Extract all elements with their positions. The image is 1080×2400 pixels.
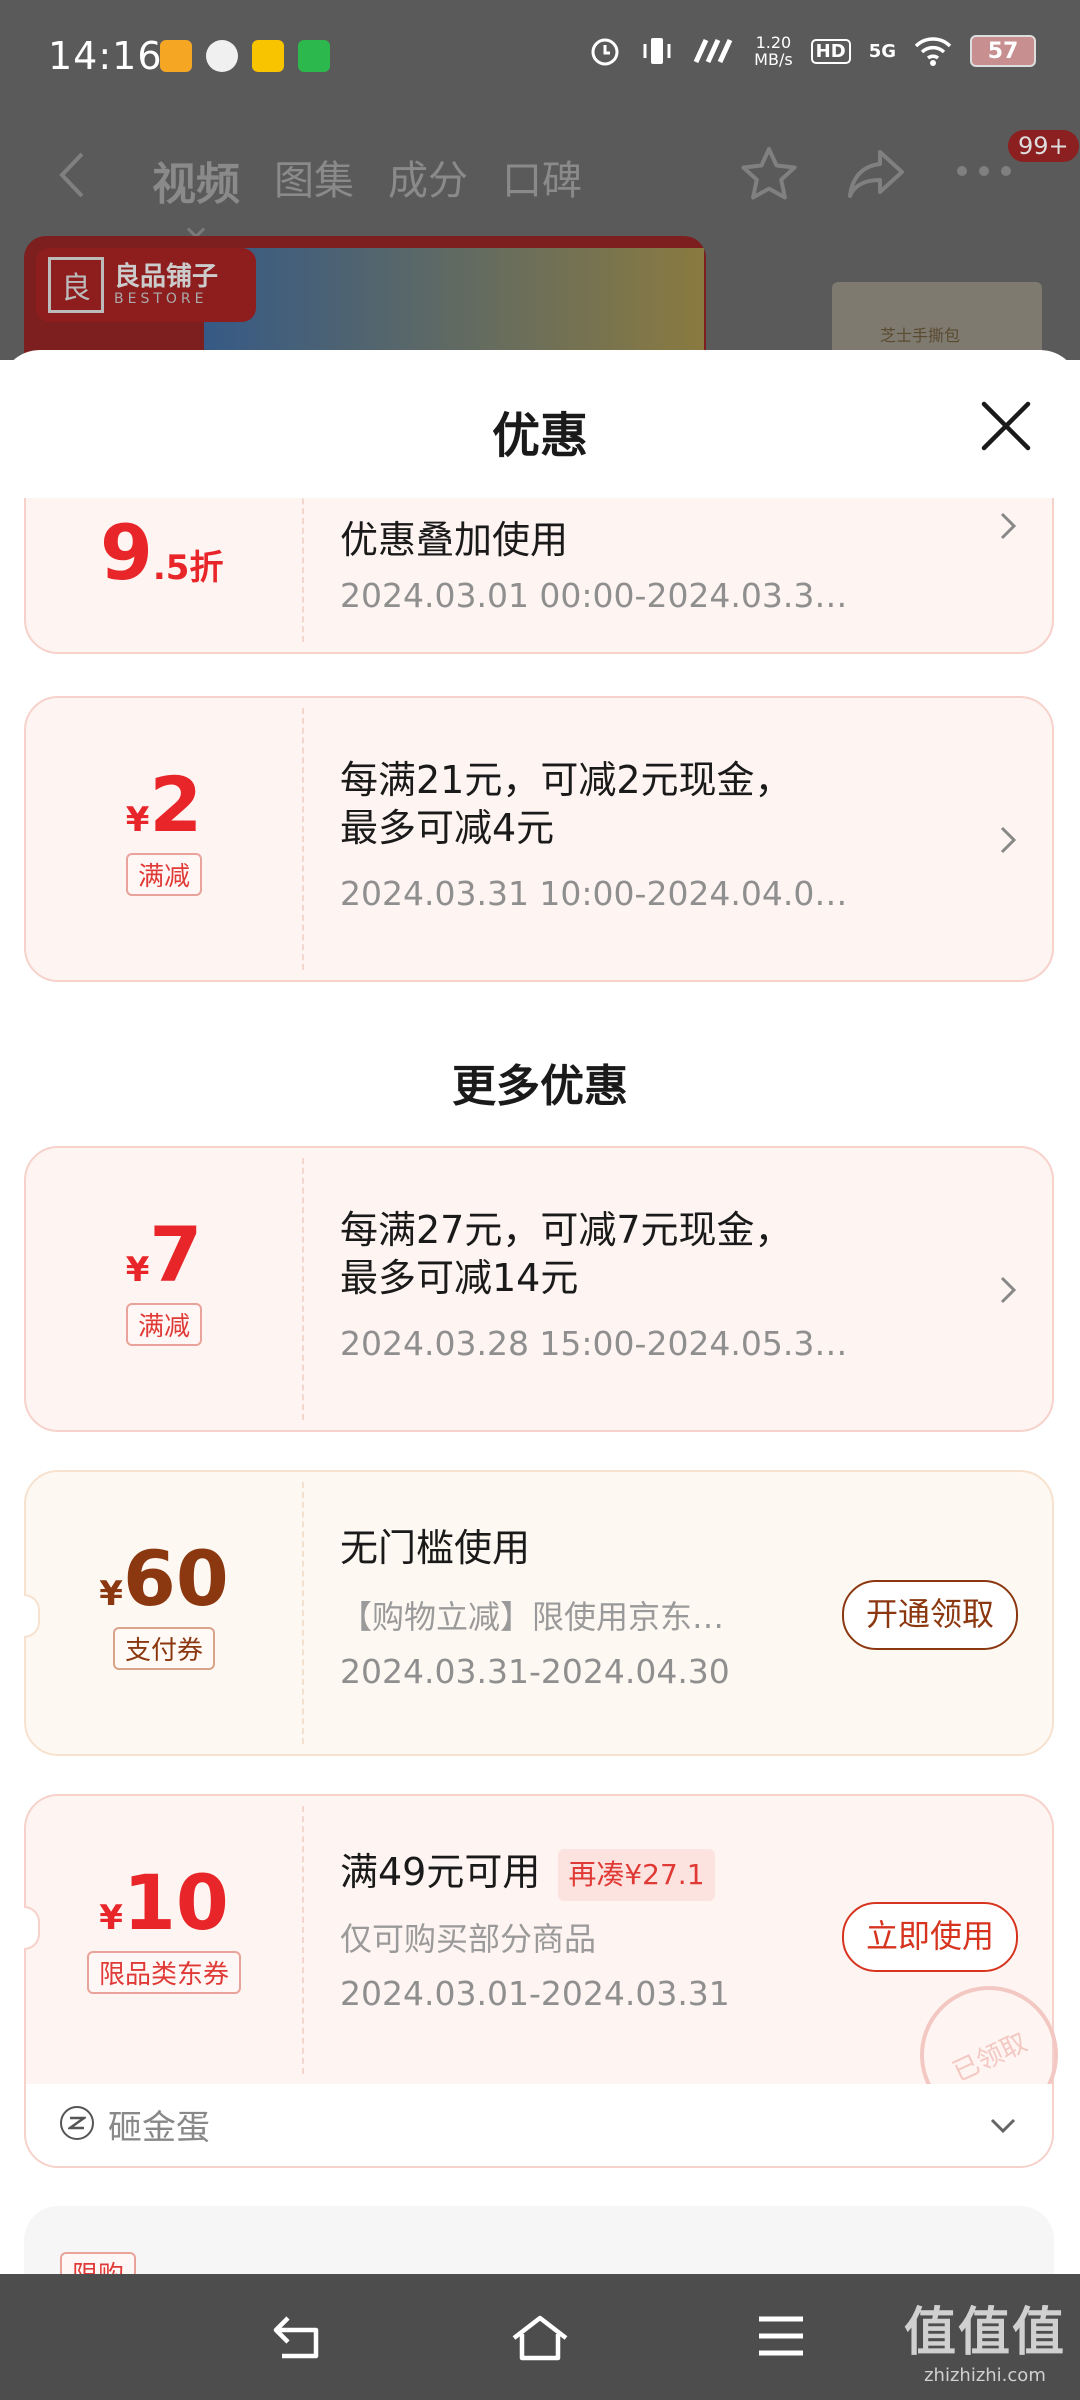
tab-reviews[interactable]: 口碑 [502,148,582,212]
speed-mode-icon [693,38,733,64]
home-icon[interactable] [510,2314,570,2362]
coupon-amount: ¥10 [99,1858,229,1947]
network-speed: 1.20 MB/s [754,33,793,69]
chevron-right-icon [1000,1276,1016,1304]
store-logo: 良 良品铺子 BESTORE [36,248,256,322]
coupon-date: 2024.03.01 00:00-2024.03.3… [340,576,848,615]
status-app-icons [160,40,330,72]
back-icon[interactable] [56,150,86,200]
more-offers-title: 更多优惠 [452,1061,628,1112]
coupon-date: 2024.03.31-2024.04.30 [340,1652,730,1691]
limited-tag: 限购 [60,2252,137,2274]
golden-egg-row[interactable]: 砸金蛋 [24,2084,1054,2168]
coupon-title: 无门槛使用 [340,1526,531,1570]
coupon-value: ¥2 满减 [26,698,302,980]
message-count-badge: 99+ [1008,130,1079,162]
notification-app-icon [298,40,330,72]
store-name-en: BESTORE [114,291,208,307]
coupon-value: ¥10 限品类东券 [26,1796,302,2084]
discount-sheet: 优惠 9.5折 优惠叠加使用 2024.03.01 00:00-2024.03.… [0,350,1080,2274]
top-up-tag: 再凑¥27.1 [558,1848,715,1901]
tab-gallery[interactable]: 图集 [274,148,354,212]
hd-badge: HD [810,38,851,64]
coupon-amount: ¥7 [125,1210,203,1299]
side-product-image: 芝士手撕包 [832,282,1042,360]
coupon-title: 满49元可用 再凑¥27.1 [340,1848,715,1901]
alarm-icon [591,38,619,66]
golden-egg-label: 砸金蛋 [108,2108,210,2148]
store-name: 良品铺子 [114,262,219,292]
notification-app-icon [160,40,192,72]
notification-app-icon [252,40,284,72]
coupon-divider [302,1806,304,2074]
chevron-right-icon [1000,826,1016,854]
wifi-icon [914,37,952,66]
payment-coupon-card[interactable]: ¥60 支付券 无门槛使用 【购物立减】限使用京东… 2024.03.31-20… [24,1470,1054,1756]
coupon-value: ¥7 满减 [26,1148,302,1430]
more-icon[interactable] [956,164,1012,178]
system-nav-bar: 值值值 zhizhizhi.com [0,2274,1080,2400]
chevron-right-icon [1000,512,1016,540]
banner-image [204,248,704,360]
sheet-title: 优惠 [491,408,588,464]
limited-offer-card[interactable]: 限购 [24,2206,1054,2274]
background-page: 14:16 1.20 MB/s HD 5G 57 视频 图集 成分 口碑 99+… [0,0,1080,360]
use-now-button[interactable]: 立即使用 [841,1902,1018,1972]
coupon-divider [302,1158,304,1420]
notification-app-icon [206,40,238,72]
coupon-value: 9.5折 [26,498,302,652]
vibrate-icon [643,38,671,64]
coupon-subtitle: 仅可购买部分商品 [340,1920,597,1958]
side-product-label: 芝士手撕包 [880,326,961,345]
coupon-date: 2024.03.28 15:00-2024.05.3… [340,1324,848,1363]
nav-tabs: 视频 图集 成分 口碑 [152,148,582,212]
coupon-divider [302,708,304,970]
coupon-title: 每满27元，可减7元现金， 最多可减14元 [340,1208,793,1300]
activate-claim-button[interactable]: 开通领取 [841,1580,1018,1650]
status-time: 14:16 [48,34,163,78]
store-banner: 良 良品铺子 BESTORE [24,236,706,360]
coupon-amount: ¥60 [99,1534,229,1623]
close-icon[interactable] [978,398,1034,454]
coupon-type-tag: 支付券 [112,1627,215,1670]
tab-video[interactable]: 视频 [152,148,240,212]
coupon-title: 每满21元，可减2元现金， 最多可减4元 [340,758,793,850]
coupon-divider [302,1482,304,1744]
coupon-divider [302,498,304,642]
egg-icon [60,2106,94,2140]
coupon-discount: 9.5折 [100,508,224,597]
signal-5g-icon: 5G [868,40,896,62]
coupon-card[interactable]: 9.5折 优惠叠加使用 2024.03.01 00:00-2024.03.3… [24,498,1054,654]
coupon-type-tag: 限品类东券 [86,1951,241,1994]
back-gesture-icon[interactable] [272,2314,326,2360]
status-indicators: 1.20 MB/s HD 5G 57 [588,34,1036,68]
category-coupon-card[interactable]: ¥10 限品类东券 满49元可用 再凑¥27.1 仅可购买部分商品 2024.03… [24,1794,1080,2147]
battery-indicator: 57 [970,35,1036,67]
chevron-down-icon [990,2118,1016,2134]
coupon-card[interactable]: ¥2 满减 每满21元，可减2元现金， 最多可减4元 2024.03.31 10:… [24,696,1054,982]
coupon-card[interactable]: ¥7 满减 每满27元，可减7元现金， 最多可减14元 2024.03.28 15… [24,1146,1054,1432]
tab-ingredients[interactable]: 成分 [388,148,468,212]
coupon-type-tag: 满减 [125,1303,202,1346]
share-icon[interactable] [846,146,906,202]
coupon-title: 优惠叠加使用 [340,518,569,562]
coupon-date: 2024.03.01-2024.03.31 [340,1974,730,2013]
favorite-star-icon[interactable] [738,144,800,206]
coupon-subtitle: 【购物立减】限使用京东… [340,1598,725,1636]
watermark: 值值值 zhizhizhi.com [903,2303,1066,2386]
menu-icon[interactable] [756,2314,806,2358]
coupon-list: 9.5折 优惠叠加使用 2024.03.01 00:00-2024.03.3… … [0,498,1080,2274]
coupon-value: ¥60 支付券 [26,1472,302,1754]
coupon-type-tag: 满减 [125,853,202,896]
top-nav-bar: 视频 图集 成分 口碑 99+ [0,130,1080,220]
status-bar: 14:16 1.20 MB/s HD 5G 57 [0,0,1080,116]
store-logo-mark: 良 [48,257,104,313]
coupon-amount: ¥2 [125,760,203,849]
coupon-date: 2024.03.31 10:00-2024.04.0… [340,874,848,913]
